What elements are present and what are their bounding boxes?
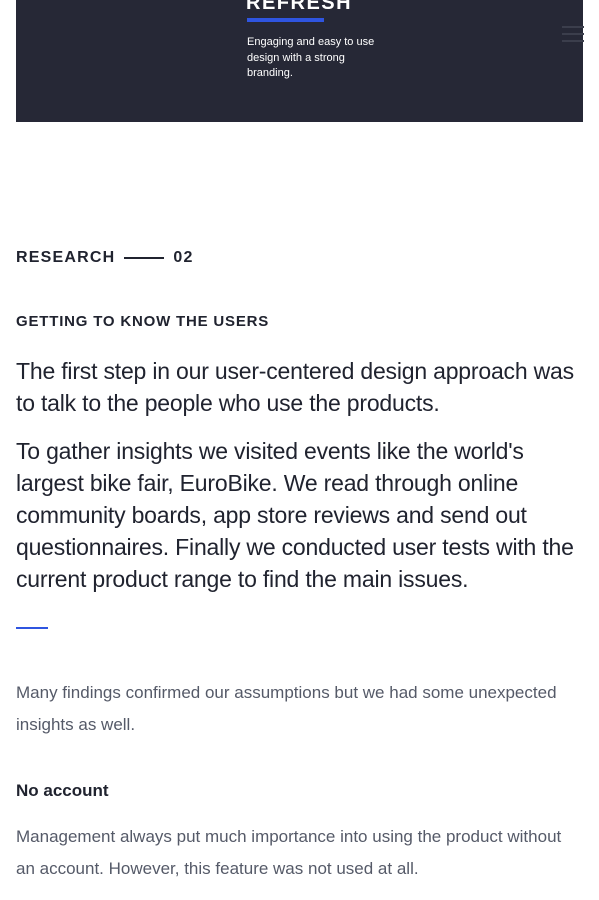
menu-bar [562,33,584,35]
hamburger-menu-icon[interactable] [562,26,584,44]
hero-title-underline [247,18,324,22]
menu-bar [562,26,584,28]
hero-title: REFRESH [246,0,353,14]
finding-title: No account [16,781,109,800]
hero-tagline: Engaging and easy to use design with a s… [247,36,375,79]
accent-divider [16,627,48,629]
hero-banner: REFRESH Engaging and easy to use design … [16,0,583,122]
lead-paragraph: To gather insights we visited events lik… [16,438,574,592]
page: REFRESH Engaging and easy to use design … [0,0,599,900]
intro-paragraph: Many findings confirmed our assumptions … [16,683,557,734]
section-header: RESEARCH 02 [16,248,194,268]
section-label: RESEARCH [16,249,116,266]
section-divider [124,257,165,259]
menu-bar [562,40,584,42]
finding-text: Management always put much importance in… [16,827,562,878]
section-number: 02 [173,249,194,266]
lead-paragraph: The first step in our user-centered desi… [16,358,574,416]
section-subheading: GETTING TO KNOW THE USERS [16,313,270,330]
